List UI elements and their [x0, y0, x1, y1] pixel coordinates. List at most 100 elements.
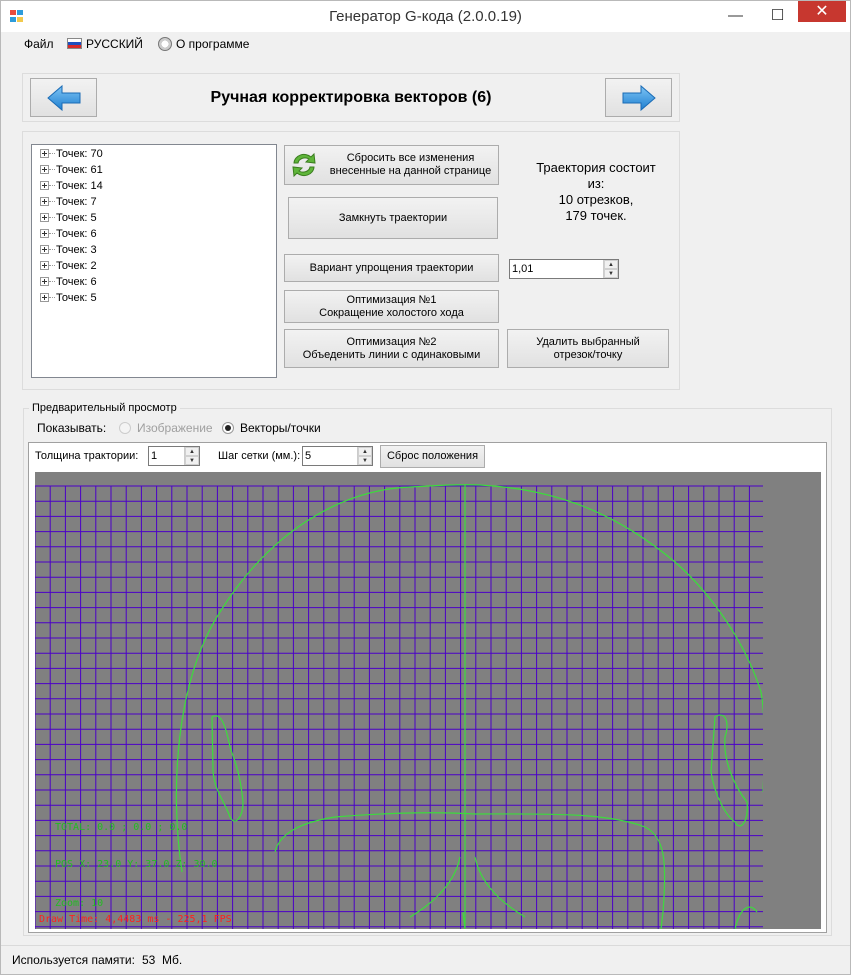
- tree-item-label: Точек: 6: [56, 228, 97, 240]
- expand-icon[interactable]: [40, 277, 49, 286]
- overlay-total: TOTAL: 0.0 ; 0.0 ; 0.0: [55, 822, 187, 833]
- minimize-button[interactable]: —: [721, 1, 750, 31]
- about-icon: [158, 37, 172, 51]
- tree-item[interactable]: Точек: 5: [40, 212, 97, 228]
- memory-label: Используется памяти:: [12, 953, 135, 967]
- tree-item[interactable]: Точек: 61: [40, 164, 103, 180]
- info-line4: 179 точек.: [565, 208, 627, 223]
- trajectory-paths: [175, 484, 765, 929]
- tree-connector: [49, 185, 55, 186]
- tree-connector: [49, 169, 55, 170]
- simplify-value-stepper[interactable]: 1,01 ▲ ▼: [509, 259, 619, 279]
- memory-unit: Мб.: [162, 953, 183, 967]
- grid-down-icon[interactable]: ▼: [358, 456, 372, 465]
- grid-step-label: Шаг сетки (мм.):: [218, 450, 301, 462]
- expand-icon[interactable]: [40, 293, 49, 302]
- vector-preview[interactable]: TOTAL: 0.0 ; 0.0 ; 0.0 POS X: 23.0 Y: 37…: [35, 472, 821, 929]
- tree-item[interactable]: Точек: 3: [40, 244, 97, 260]
- grid-step-value: 5: [305, 450, 312, 462]
- expand-icon[interactable]: [40, 165, 49, 174]
- tree-item-label: Точек: 5: [56, 212, 97, 224]
- info-line3: 10 отрезков,: [558, 192, 634, 207]
- opt2-line2: Объеденить линии с одинаковыми: [302, 348, 481, 361]
- trajectory-path-right-ear: [710, 714, 748, 827]
- back-button[interactable]: [30, 78, 97, 117]
- optimization1-button[interactable]: Оптимизация №1 Сокращение холостого хода: [284, 290, 499, 323]
- tree-item-label: Точек: 3: [56, 244, 97, 256]
- tree-item-label: Точек: 61: [56, 164, 103, 176]
- optimization2-button[interactable]: Оптимизация №2 Объеденить линии с одинак…: [284, 329, 499, 368]
- simplify-value: 1,01: [512, 263, 534, 275]
- grid-step-stepper[interactable]: 5 ▲ ▼: [302, 446, 373, 466]
- radio-vectors[interactable]: Векторы/точки: [222, 421, 321, 435]
- segments-tree[interactable]: Точек: 70 Точек: 61 Точек: 14 Точек: 7 Точек…: [31, 144, 277, 378]
- thickness-label: Толщина трактории:: [35, 450, 139, 462]
- trajectory-info: Траектория состоит из: 10 отрезков, 179 …: [506, 160, 686, 224]
- reset-position-button[interactable]: Сброс положения: [380, 445, 485, 468]
- tree-item[interactable]: Точек: 14: [40, 180, 103, 196]
- forward-button[interactable]: [605, 78, 672, 117]
- preview-group-title: Предварительный просмотр: [29, 402, 180, 414]
- tree-item[interactable]: Точек: 2: [40, 260, 97, 276]
- tree-item[interactable]: Точек: 6: [40, 276, 97, 292]
- thickness-down-icon[interactable]: ▼: [185, 456, 199, 465]
- expand-icon[interactable]: [40, 213, 49, 222]
- tree-item-label: Точек: 6: [56, 276, 97, 288]
- thickness-up-icon[interactable]: ▲: [185, 447, 199, 456]
- thickness-stepper[interactable]: 1 ▲ ▼: [148, 446, 200, 466]
- menu-language[interactable]: РУССКИЙ: [67, 37, 143, 51]
- tree-item-label: Точек: 70: [56, 148, 103, 160]
- tree-item-label: Точек: 7: [56, 196, 97, 208]
- memory-value: 53: [142, 953, 156, 967]
- thickness-value: 1: [151, 450, 158, 462]
- stepper-down-icon[interactable]: ▼: [604, 269, 618, 278]
- close-paths-button[interactable]: Замкнуть траектории: [288, 197, 498, 239]
- overlay-position: POS X: 23.0 Y: 37.0 Z: 30.0: [55, 859, 218, 870]
- preview-canvas[interactable]: TOTAL: 0.0 ; 0.0 ; 0.0 POS X: 23.0 Y: 37…: [35, 472, 821, 929]
- info-line2: из:: [587, 176, 605, 191]
- expand-icon[interactable]: [40, 245, 49, 254]
- radio-image-indicator: [119, 422, 131, 434]
- menu-about[interactable]: О программе: [158, 37, 249, 51]
- expand-icon[interactable]: [40, 261, 49, 270]
- close-button[interactable]: ✕: [798, 1, 846, 22]
- trajectory-path-neck: [409, 856, 526, 929]
- menu-language-label: РУССКИЙ: [86, 37, 143, 51]
- radio-image[interactable]: Изображение: [119, 421, 213, 435]
- menu-file[interactable]: Файл: [24, 37, 54, 51]
- reset-changes-button[interactable]: Сбросить все изменения внесенные на данн…: [284, 145, 499, 185]
- tree-item[interactable]: Точек: 7: [40, 196, 97, 212]
- refresh-icon: [292, 152, 316, 178]
- simplify-button[interactable]: Вариант упрощения траектории: [284, 254, 499, 282]
- opt1-line2: Сокращение холостого хода: [319, 306, 464, 319]
- delete-selected-button[interactable]: Удалить выбранный отрезок/точку: [507, 329, 669, 368]
- tree-item-label: Точек: 14: [56, 180, 103, 192]
- tree-connector: [49, 217, 55, 218]
- menu-bar: Файл РУССКИЙ О программе: [1, 32, 850, 56]
- expand-icon[interactable]: [40, 197, 49, 206]
- tree-item-label: Точек: 5: [56, 292, 97, 304]
- trajectory-path-corner: [734, 906, 758, 929]
- tree-connector: [49, 233, 55, 234]
- header-panel: Ручная корректировка векторов (6): [22, 73, 680, 122]
- expand-icon[interactable]: [40, 181, 49, 190]
- opt1-line1: Оптимизация №1: [346, 293, 437, 306]
- main-window: Генератор G-кода (2.0.0.19) — ☐ ✕ Файл Р…: [0, 0, 851, 975]
- overlay-zoom: Zoom: 10: [55, 898, 103, 909]
- canvas-margin: [763, 472, 821, 929]
- maximize-button[interactable]: ☐: [763, 1, 792, 31]
- overlay-draw-time: Draw Time: 4,4483 ms - 225,1 FPS: [39, 914, 232, 925]
- delete-line1: Удалить выбранный: [536, 335, 640, 348]
- opt2-line1: Оптимизация №2: [346, 335, 437, 348]
- tree-item[interactable]: Точек: 5: [40, 292, 97, 308]
- delete-line2: отрезок/точку: [553, 348, 623, 361]
- tree-item[interactable]: Точек: 70: [40, 148, 103, 164]
- radio-vectors-label: Векторы/точки: [240, 421, 321, 435]
- expand-icon[interactable]: [40, 149, 49, 158]
- title-bar: Генератор G-кода (2.0.0.19) — ☐ ✕: [1, 1, 850, 32]
- grid-up-icon[interactable]: ▲: [358, 447, 372, 456]
- stepper-up-icon[interactable]: ▲: [604, 260, 618, 269]
- expand-icon[interactable]: [40, 229, 49, 238]
- tree-item[interactable]: Точек: 6: [40, 228, 97, 244]
- arrow-right-icon: [622, 84, 656, 111]
